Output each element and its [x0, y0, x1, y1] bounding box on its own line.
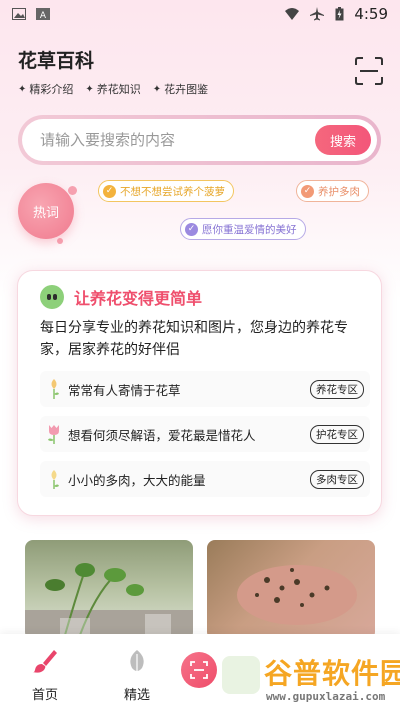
subnav-item-atlas[interactable]: ✦ 花卉图鉴: [153, 81, 208, 97]
watermark-url: www.gupuxlazai.com: [266, 690, 386, 703]
hot-chip-label: 养护多肉: [318, 185, 360, 198]
list-item-text: 常常有人寄情于花草: [68, 382, 181, 398]
diamond-icon: ✦: [18, 83, 27, 95]
font-a-icon: A: [36, 8, 50, 20]
battery-icon: [335, 7, 344, 21]
subnav-item-intro[interactable]: ✦ 精彩介绍: [18, 81, 73, 97]
seeds-hand-image: [237, 565, 357, 625]
diamond-icon: ✦: [152, 83, 162, 95]
scan-icon[interactable]: [354, 56, 384, 86]
subnav-label: 精彩介绍: [29, 83, 74, 96]
nav-home[interactable]: 首页: [15, 648, 75, 703]
subnav-label: 养花知识: [96, 83, 141, 96]
list-item[interactable]: 小小的多肉，大大的能量 多肉专区: [40, 461, 370, 497]
hot-chip-label: 不想不想尝试养个菠萝: [120, 185, 225, 198]
succulent-icon: [51, 470, 59, 489]
app-title: 花草百科: [18, 50, 95, 72]
card-description: 每日分享专业的养花知识和图片，您身边的养花专家，居家养花的好伴侣: [40, 320, 348, 358]
list-item-text: 小小的多肉，大大的能量: [68, 472, 206, 488]
search-input[interactable]: [40, 131, 315, 149]
check-icon: ✓: [301, 184, 314, 198]
svg-text:A: A: [40, 11, 47, 20]
status-time: 4:59: [354, 5, 388, 23]
list-item-text: 想看何须尽解语，爱花最是惜花人: [68, 427, 256, 443]
intro-card: 让养花变得更简单 每日分享专业的养花知识和图片，您身边的养花专家，居家养花的好伴…: [17, 270, 382, 516]
card-header: 让养花变得更简单: [40, 285, 202, 309]
leaf-icon: [130, 650, 144, 672]
brush-icon: [33, 650, 57, 673]
hot-chip-pineapple[interactable]: ✓ 不想不想尝试养个菠萝: [98, 180, 234, 202]
search-bar: 搜索: [18, 115, 381, 165]
hot-chip-love[interactable]: ✓ 愿你重温爱情的美好: [180, 218, 306, 240]
check-icon: ✓: [103, 184, 116, 198]
tag-badge[interactable]: 护花专区: [310, 424, 364, 444]
watermark-logo: [222, 656, 260, 694]
diamond-icon: ✦: [85, 83, 94, 95]
nav-select[interactable]: 精选: [107, 648, 167, 703]
search-button[interactable]: 搜索: [315, 125, 371, 155]
plant-photo[interactable]: [207, 540, 375, 640]
status-bar: A 4:59: [0, 0, 400, 28]
tag-badge[interactable]: 多肉专区: [310, 469, 364, 489]
list-item[interactable]: 想看何须尽解语，爱花最是惜花人 护花专区: [40, 416, 370, 452]
pothos-image: [25, 563, 193, 640]
subnav-item-knowledge[interactable]: ✦ 养花知识: [85, 81, 140, 97]
subnav-label: 花卉图鉴: [164, 83, 209, 96]
hot-chip-label: 愿你重温爱情的美好: [202, 223, 297, 236]
hot-chip-succulent[interactable]: ✓ 养护多肉: [296, 180, 369, 202]
nav-select-label: 精选: [123, 688, 150, 703]
decor-dot: [68, 186, 77, 195]
airplane-icon: [310, 7, 325, 21]
wifi-icon: [285, 8, 300, 20]
check-icon: ✓: [185, 222, 198, 236]
image-icon: [12, 8, 26, 20]
subnav: ✦ 精彩介绍 ✦ 养花知识 ✦ 花卉图鉴: [18, 81, 208, 97]
scan-icon: [190, 661, 208, 679]
tulip-icon: [48, 425, 59, 444]
flower-icon: [51, 379, 59, 399]
list-item[interactable]: 常常有人寄情于花草 养花专区: [40, 371, 370, 407]
plant-photo[interactable]: [25, 540, 193, 640]
search-inner: 搜索: [22, 119, 377, 161]
smiley-icon: [40, 285, 64, 309]
card-title: 让养花变得更简单: [74, 289, 203, 308]
watermark: 谷普软件园 www.gupuxlazai.com: [218, 652, 400, 708]
hot-words-badge: 热词: [18, 183, 74, 239]
nav-home-label: 首页: [31, 688, 58, 703]
nav-scan-button[interactable]: [181, 652, 217, 688]
tag-badge[interactable]: 养花专区: [310, 379, 364, 399]
watermark-text: 谷普软件园: [264, 657, 400, 690]
decor-dot: [57, 238, 63, 244]
